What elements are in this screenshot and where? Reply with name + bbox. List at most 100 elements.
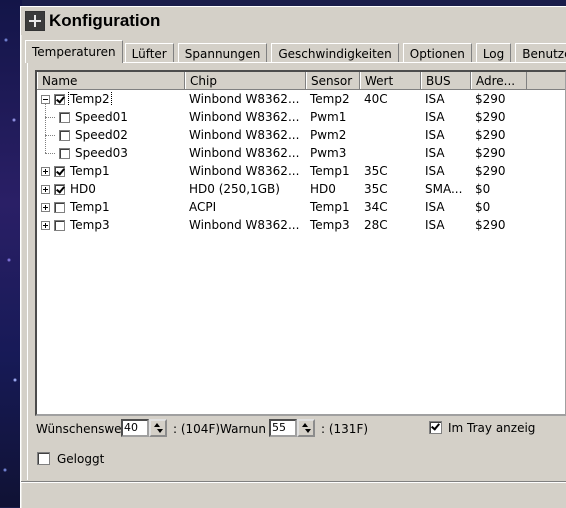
expand-icon[interactable] — [41, 202, 50, 212]
table-row[interactable]: Temp1 ACPI Temp1 34C ISA $0 — [37, 198, 565, 216]
row-chip: Winbond W8362... — [189, 110, 300, 124]
row-chip: Winbond W8362... — [189, 92, 300, 106]
column-chip[interactable]: Chip — [185, 72, 306, 89]
expand-icon[interactable] — [41, 184, 50, 194]
app-icon — [25, 11, 45, 31]
table-row[interactable]: Temp1 Winbond W8362... Temp1 35C ISA $29… — [37, 162, 565, 180]
row-chip: Winbond W8362... — [189, 164, 300, 178]
desired-temp-stepper[interactable]: 40 — [121, 419, 167, 437]
row-checkbox[interactable] — [59, 129, 70, 141]
list-header: Name Chip Sensor Wert BUS Adre... — [37, 72, 565, 90]
column-bus[interactable]: BUS — [421, 72, 471, 89]
column-name[interactable]: Name — [37, 72, 185, 89]
status-bar — [21, 481, 566, 508]
tab-luefter[interactable]: Lüfter — [124, 43, 174, 63]
row-bus: ISA — [425, 164, 445, 178]
row-checkbox[interactable] — [54, 219, 65, 231]
row-wert: 28C — [364, 218, 388, 232]
row-wert: 40C — [364, 92, 388, 106]
tree-indent — [37, 126, 59, 144]
row-sensor: Pwm3 — [310, 146, 347, 160]
sensor-listview[interactable]: Name Chip Sensor Wert BUS Adre... Temp2 … — [35, 70, 566, 416]
row-adresse: $290 — [475, 164, 506, 178]
warning-temp-fahrenheit: : (131F) — [321, 422, 369, 436]
tab-temperaturen[interactable]: Temperaturen — [25, 40, 123, 63]
row-sensor: Temp2 — [310, 92, 350, 106]
row-checkbox[interactable] — [54, 165, 65, 177]
row-sensor: Temp3 — [310, 218, 350, 232]
warning-temp-stepper[interactable]: 55 — [269, 419, 315, 437]
column-sensor[interactable]: Sensor — [306, 72, 360, 89]
tree-indent — [37, 108, 59, 126]
options-area: Wünschenswe 40 : (104F) Warnun 55 : (131… — [27, 417, 566, 482]
row-sensor: HD0 — [310, 182, 336, 196]
row-bus: ISA — [425, 128, 445, 142]
row-bus: ISA — [425, 200, 445, 214]
desired-temp-input[interactable]: 40 — [121, 419, 149, 437]
tab-optionen[interactable]: Optionen — [402, 43, 472, 63]
desktop-background — [0, 0, 22, 507]
column-wert[interactable]: Wert — [360, 72, 421, 89]
row-name: HD0 — [70, 182, 96, 196]
row-checkbox[interactable] — [54, 183, 65, 195]
row-sensor: Temp1 — [310, 200, 350, 214]
row-sensor: Pwm2 — [310, 128, 347, 142]
row-bus: SMA... — [425, 182, 463, 196]
config-window: Konfiguration Temperaturen Lüfter Spannu… — [20, 6, 566, 508]
table-row[interactable]: Temp2 Winbond W8362... Temp2 40C ISA $29… — [37, 90, 565, 108]
table-row[interactable]: Speed01 Winbond W8362... Pwm1 ISA $290 — [37, 108, 565, 126]
tray-checkbox[interactable] — [429, 421, 442, 434]
row-adresse: $290 — [475, 110, 506, 124]
logged-checkbox[interactable] — [37, 452, 50, 465]
warning-temp-input[interactable]: 55 — [269, 419, 297, 437]
row-name: Speed03 — [75, 146, 128, 160]
stepper-updown-icon[interactable] — [297, 419, 315, 437]
row-checkbox[interactable] — [59, 147, 70, 159]
tab-geschwindigkeiten[interactable]: Geschwindigkeiten — [271, 43, 399, 63]
row-chip: ACPI — [189, 200, 217, 214]
row-adresse: $290 — [475, 128, 506, 142]
row-wert: 35C — [364, 164, 388, 178]
row-chip: Winbond W8362... — [189, 218, 300, 232]
row-name: Temp1 — [70, 164, 110, 178]
tray-label: Im Tray anzeig — [448, 421, 536, 435]
collapse-icon[interactable] — [41, 94, 50, 104]
column-adresse[interactable]: Adre... — [471, 72, 527, 89]
row-chip: Winbond W8362... — [189, 146, 300, 160]
row-name: Temp1 — [70, 200, 110, 214]
tree-indent — [37, 144, 59, 162]
desired-temp-label: Wünschenswe — [36, 422, 122, 436]
tab-benutzer[interactable]: Benutzer — [515, 43, 566, 63]
row-name: Speed01 — [75, 110, 128, 124]
tab-log[interactable]: Log — [475, 43, 512, 63]
row-name: Temp3 — [70, 218, 110, 232]
row-chip: Winbond W8362... — [189, 128, 300, 142]
warning-temp-label: Warnun — [220, 422, 266, 436]
row-bus: ISA — [425, 218, 445, 232]
stepper-updown-icon[interactable] — [149, 419, 167, 437]
table-row[interactable]: Speed03 Winbond W8362... Pwm3 ISA $290 — [37, 144, 565, 162]
tab-spannungen[interactable]: Spannungen — [177, 43, 268, 63]
row-wert: 34C — [364, 200, 388, 214]
title-bar[interactable]: Konfiguration — [21, 7, 566, 35]
row-checkbox[interactable] — [54, 93, 65, 105]
table-row[interactable]: Temp3 Winbond W8362... Temp3 28C ISA $29… — [37, 216, 565, 234]
row-checkbox[interactable] — [59, 111, 70, 123]
table-row[interactable]: HD0 HD0 (250,1GB) HD0 35C SMA... $0 — [37, 180, 565, 198]
desired-temp-fahrenheit: : (104F) — [173, 422, 221, 436]
row-sensor: Pwm1 — [310, 110, 347, 124]
list-rows: Temp2 Winbond W8362... Temp2 40C ISA $29… — [37, 90, 565, 234]
table-row[interactable]: Speed02 Winbond W8362... Pwm2 ISA $290 — [37, 126, 565, 144]
row-bus: ISA — [425, 146, 445, 160]
expand-icon[interactable] — [41, 166, 50, 176]
row-checkbox[interactable] — [54, 201, 65, 213]
row-sensor: Temp1 — [310, 164, 350, 178]
row-wert: 35C — [364, 182, 388, 196]
row-name: Speed02 — [75, 128, 128, 142]
row-adresse: $290 — [475, 146, 506, 160]
row-adresse: $0 — [475, 200, 491, 214]
row-adresse: $290 — [475, 218, 506, 232]
row-bus: ISA — [425, 92, 445, 106]
row-chip: HD0 (250,1GB) — [189, 182, 280, 196]
expand-icon[interactable] — [41, 220, 50, 230]
